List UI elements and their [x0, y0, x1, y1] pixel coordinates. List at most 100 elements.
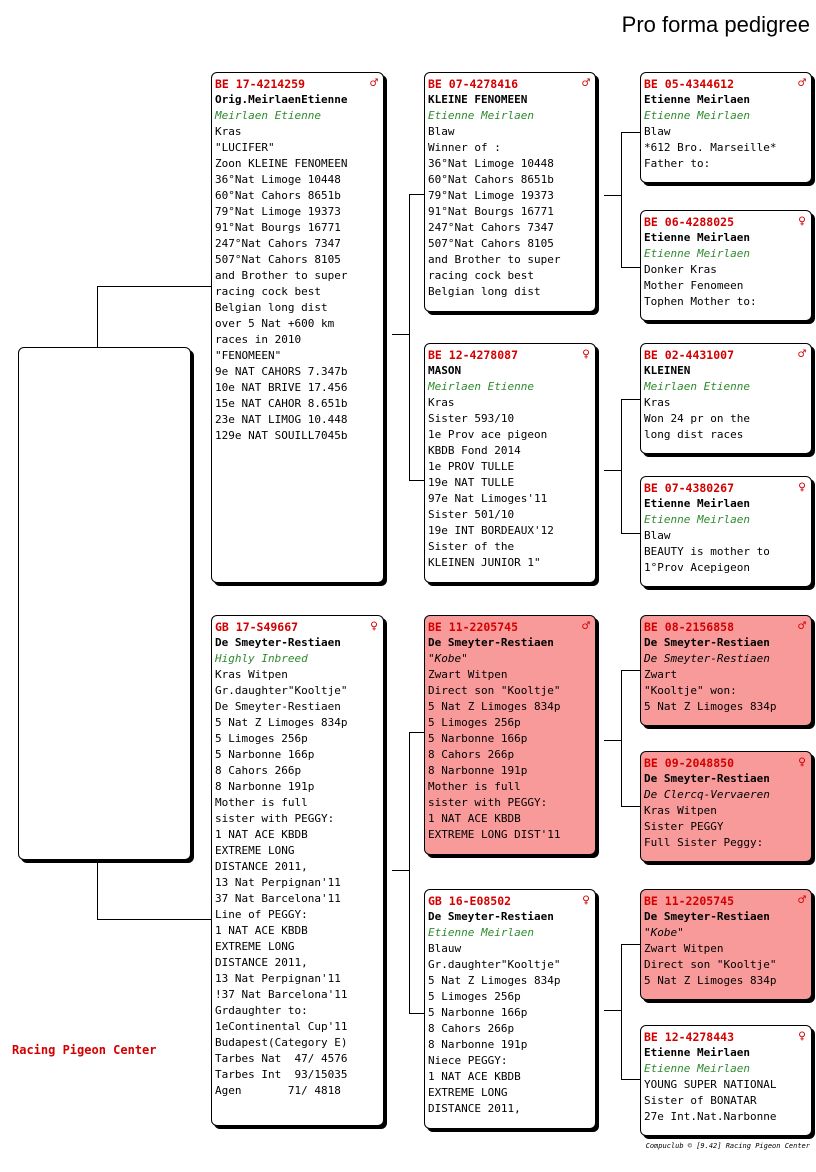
- info-line: Zoon KLEINE FENOMEEN: [215, 157, 348, 170]
- info-line: 1 NAT ACE KBDB: [428, 1070, 521, 1083]
- info-line: 91°Nat Bourgs 16771: [215, 221, 341, 234]
- pedigree-box-dam-dam[interactable]: GB 16-E08502 ♀ De Smeyter-Restiaen Etienne …: [424, 889, 596, 1129]
- ring-number: BE 02-4431007: [644, 348, 735, 362]
- connector: [409, 732, 425, 733]
- breeder-name: Meirlaen Etienne: [428, 380, 534, 393]
- info-line: races in 2010: [215, 333, 302, 346]
- info-line: BEAUTY is mother to: [644, 545, 770, 558]
- ring-header: BE 06-4288025 ♀: [644, 214, 808, 230]
- info-line: 23e NAT LIMOG 10.448: [215, 413, 348, 426]
- info-line: Gr.daughter"Kooltje": [428, 958, 561, 971]
- info-line: 5 Limoges 256p: [215, 732, 308, 745]
- pedigree-box-sss[interactable]: BE 05-4344612 ♂ Etienne Meirlaen Etienne Me…: [640, 72, 812, 183]
- bird-name: KLEINE FENOMEEN: [428, 93, 528, 106]
- info-line: Direct son "Kooltje": [644, 958, 777, 971]
- pedigree-box-ssd[interactable]: BE 06-4288025 ♀ Etienne Meirlaen Etienne Me…: [640, 210, 812, 321]
- breeder-name: Etienne Meirlaen: [428, 109, 534, 122]
- info-line: 5 Nat Z Limoges 834p: [644, 700, 777, 713]
- info-line: 1 NAT ACE KBDB: [215, 924, 308, 937]
- pedigree-box-sire-sire[interactable]: BE 07-4278416 ♂ KLEINE FENOMEEN Etienne Mei…: [424, 72, 596, 312]
- info-line: Kras Witpen: [644, 804, 717, 817]
- connector: [621, 267, 640, 268]
- pedigree-box-sds[interactable]: BE 02-4431007 ♂ KLEINEN Meirlaen Etienne Kra…: [640, 343, 812, 454]
- connector: [409, 732, 410, 1014]
- info-line: 15e NAT CAHOR 8.651b: [215, 397, 348, 410]
- connector: [621, 806, 640, 807]
- info-line: Mother is full: [428, 780, 521, 793]
- info-line: 27e Int.Nat.Narbonne: [644, 1110, 777, 1123]
- info-line: EXTREME LONG: [428, 1086, 508, 1099]
- info-line: DISTANCE 2011,: [215, 860, 308, 873]
- info-line: 8 Narbonne 191p: [215, 780, 315, 793]
- breeder-name: Etienne Meirlaen: [644, 247, 750, 260]
- info-line: 5 Narbonne 166p: [428, 732, 528, 745]
- info-line: Father to:: [644, 157, 711, 170]
- connector: [621, 944, 640, 945]
- male-icon: ♂: [582, 619, 590, 634]
- pedigree-box-dds[interactable]: BE 11-2205745 ♂ De Smeyter-Restiaen "Kobe" Z…: [640, 889, 812, 1000]
- info-line: long dist races: [644, 428, 744, 441]
- female-icon: ♀: [582, 347, 590, 362]
- pedigree-box-dam-sire[interactable]: BE 11-2205745 ♂ De Smeyter-Restiaen "Kobe" Z…: [424, 615, 596, 855]
- ring-number: GB 17-S49667: [215, 620, 299, 634]
- info-line: Sister 593/10: [428, 412, 515, 425]
- pedigree-box-dss[interactable]: BE 08-2156858 ♂ De Smeyter-Restiaen De Smey…: [640, 615, 812, 726]
- info-line: 247°Nat Cahors 7347: [428, 221, 554, 234]
- ring-header: GB 17-S49667 ♀: [215, 619, 380, 635]
- male-icon: ♂: [582, 76, 590, 91]
- connector: [621, 132, 622, 268]
- info-line: De Smeyter-Restiaen: [215, 700, 341, 713]
- male-icon: ♂: [798, 347, 806, 362]
- pedigree-box-sire[interactable]: BE 17-4214259 ♂ Orig.MeirlaenEtienne Meirla…: [211, 72, 384, 583]
- ring-number: BE 06-4288025: [644, 215, 735, 229]
- info-line: 60°Nat Cahors 8651b: [428, 173, 554, 186]
- info-line: over 5 Nat +600 km: [215, 317, 335, 330]
- connector: [621, 533, 640, 534]
- bird-name: De Smeyter-Restiaen: [215, 636, 341, 649]
- male-icon: ♂: [798, 893, 806, 908]
- connector: [621, 132, 640, 133]
- info-line: 36°Nat Limoge 10448: [428, 157, 554, 170]
- pedigree-box-dam[interactable]: GB 17-S49667 ♀ De Smeyter-Restiaen Highly I…: [211, 615, 384, 1126]
- female-icon: ♀: [798, 1029, 806, 1044]
- subject-box: [18, 347, 191, 860]
- info-line: "FENOMEEN": [215, 349, 282, 362]
- breeder-name: De Clercq-Vervaeren: [644, 788, 770, 801]
- connector: [409, 1013, 425, 1014]
- info-line: Agen 71/ 4818: [215, 1084, 341, 1097]
- connector: [97, 286, 211, 287]
- info-line: YOUNG SUPER NATIONAL: [644, 1078, 777, 1091]
- info-line: Blaw: [428, 125, 455, 138]
- pedigree-box-sire-dam[interactable]: BE 12-4278087 ♀ MASON Meirlaen Etienne Kras S…: [424, 343, 596, 583]
- ring-number: BE 07-4380267: [644, 481, 735, 495]
- info-line: Winner of :: [428, 141, 501, 154]
- info-line: Full Sister Peggy:: [644, 836, 764, 849]
- info-line: 8 Narbonne 191p: [428, 764, 528, 777]
- info-line: racing cock best: [215, 285, 321, 298]
- info-line: 1 NAT ACE KBDB: [428, 812, 521, 825]
- info-line: 129e NAT SOUILL7045b: [215, 429, 348, 442]
- info-line: Kras: [644, 396, 671, 409]
- ring-number: BE 17-4214259: [215, 77, 306, 91]
- ring-number: BE 12-4278087: [428, 348, 519, 362]
- info-line: 1e PROV TULLE: [428, 460, 515, 473]
- info-line: KBDB Fond 2014: [428, 444, 521, 457]
- female-icon: ♀: [370, 619, 378, 634]
- male-icon: ♂: [370, 76, 378, 91]
- info-line: !37 Nat Barcelona'11: [215, 988, 348, 1001]
- ring-number: GB 16-E08502: [428, 894, 512, 908]
- info-line: and Brother to super: [215, 269, 348, 282]
- info-line: Blaw: [644, 529, 671, 542]
- breeder-name: Etienne Meirlaen: [428, 926, 534, 939]
- ring-header: GB 16-E08502 ♀: [428, 893, 592, 909]
- pedigree-box-ddd[interactable]: BE 12-4278443 ♀ Etienne Meirlaen Etienne Me…: [640, 1025, 812, 1136]
- breeder-name: De Smeyter-Restiaen: [644, 652, 770, 665]
- pedigree-box-dsd[interactable]: BE 09-2048850 ♀ De Smeyter-Restiaen De Cler…: [640, 751, 812, 862]
- info-line: 8 Cahors 266p: [428, 1022, 515, 1035]
- ring-header: BE 12-4278443 ♀: [644, 1029, 808, 1045]
- pedigree-box-sdd[interactable]: BE 07-4380267 ♀ Etienne Meirlaen Etienne Me…: [640, 476, 812, 587]
- info-line: 13 Nat Perpignan'11: [215, 876, 341, 889]
- info-line: Line of PEGGY:: [215, 908, 308, 921]
- ring-header: BE 11-2205745 ♂: [644, 893, 808, 909]
- info-line: Belgian long dist: [215, 301, 328, 314]
